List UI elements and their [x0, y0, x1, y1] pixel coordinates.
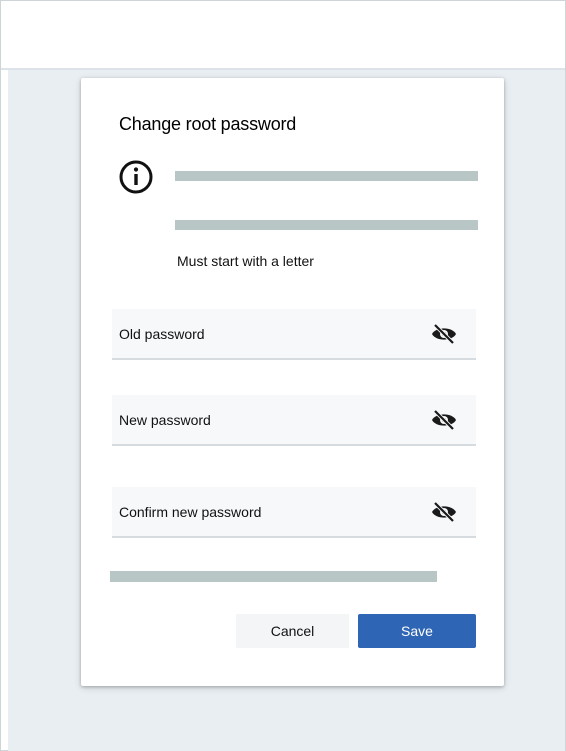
eye-off-icon[interactable] [431, 501, 457, 523]
confirm-password-label: Confirm new password [119, 503, 262, 520]
password-rule-hint: Must start with a letter [177, 253, 314, 269]
eye-off-icon[interactable] [431, 323, 457, 345]
save-button[interactable]: Save [358, 614, 476, 648]
status-placeholder-line [110, 571, 437, 582]
cancel-button[interactable]: Cancel [236, 614, 349, 648]
message-placeholder-line-2 [175, 220, 478, 230]
change-password-dialog: Change root password Must start with a l… [81, 78, 504, 686]
new-password-field[interactable]: New password [112, 395, 476, 446]
eye-off-icon[interactable] [431, 409, 457, 431]
message-placeholder-line-1 [175, 171, 478, 181]
new-password-label: New password [119, 411, 211, 428]
top-bar [1, 1, 565, 70]
dialog-title: Change root password [119, 114, 297, 134]
confirm-password-field[interactable]: Confirm new password [112, 487, 476, 538]
info-icon [119, 160, 153, 194]
old-password-field[interactable]: Old password [112, 309, 476, 360]
old-password-label: Old password [119, 325, 205, 342]
